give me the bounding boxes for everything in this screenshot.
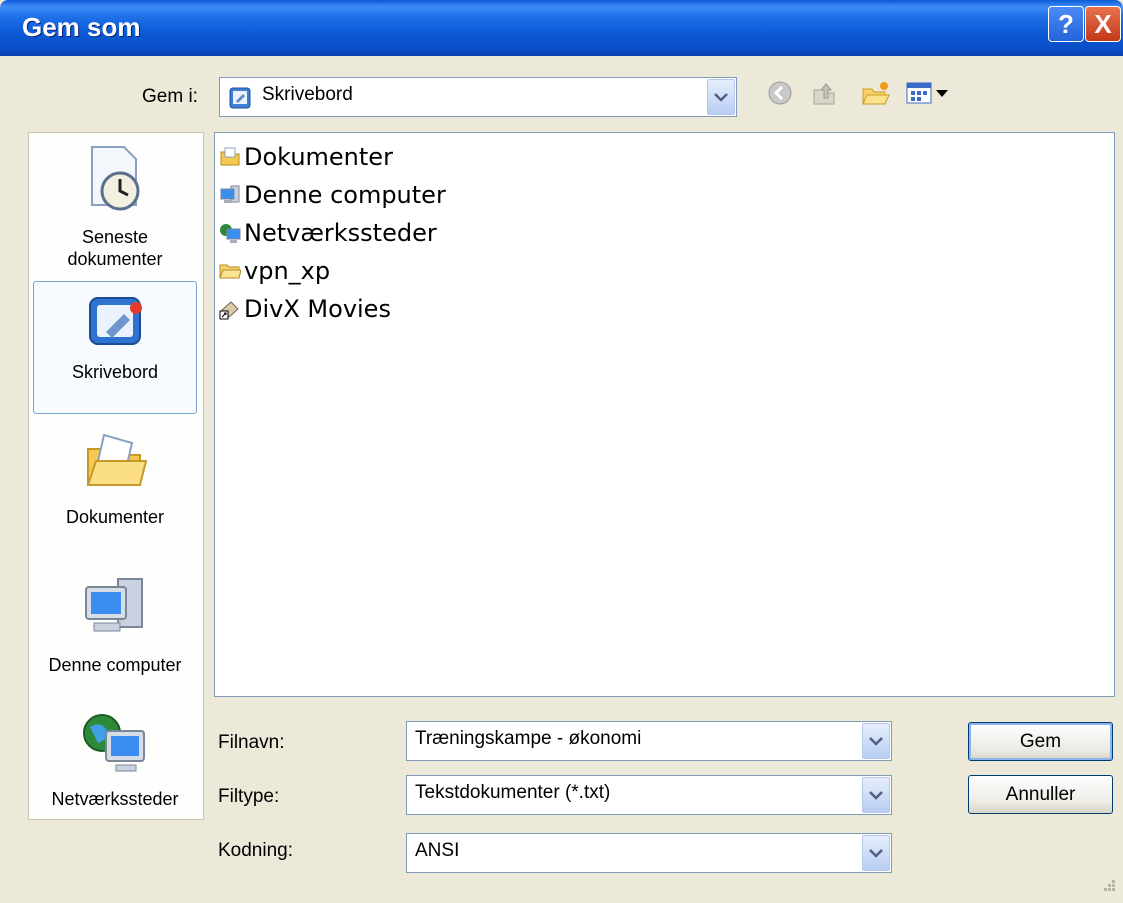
place-label: Seneste dokumenter [67,227,163,269]
place-desktop[interactable]: Skrivebord [33,281,197,414]
place-label: Skrivebord [71,362,159,382]
close-icon: X [1094,8,1112,39]
filename-input[interactable]: Træningskampe - økonomi [415,728,641,750]
list-item[interactable]: Netværkssteder [219,216,437,250]
list-item[interactable]: Denne computer [219,178,446,212]
filetype-value: Tekstdokumenter (*.txt) [415,782,611,803]
save-in-dropdown-button[interactable] [707,79,735,115]
resize-grip-icon[interactable] [1098,878,1118,903]
network-places-icon [220,224,241,243]
window-title: Gem som [22,12,141,42]
place-label: Dokumenter [65,507,165,527]
filename-dropdown-button[interactable] [862,723,890,759]
place-my-computer[interactable]: Denne computer [33,573,197,699]
filetype-combobox[interactable]: Tekstdokumenter (*.txt) [406,775,892,815]
my-documents-icon [220,147,240,166]
encoding-combobox[interactable]: ANSI [406,833,892,873]
places-bar: Seneste dokumenter Skrivebord Dokumenter… [28,132,204,820]
file-list[interactable]: Dokumenter Denne computer Netværkssteder… [214,132,1115,697]
save-button-label: Gem [1019,730,1062,752]
desktop-icon [34,294,196,355]
recent-documents-icon [33,143,197,220]
cancel-button-label: Annuller [1005,783,1076,805]
filename-label: Filnavn: [218,732,285,753]
file-name: Netværkssteder [244,219,437,247]
save-as-dialog: Gem som ? X Gem i: Skrivebord Seneste do… [0,0,1123,903]
help-button[interactable]: ? [1048,6,1084,42]
desktop-icon [228,86,252,115]
save-button[interactable]: Gem [968,722,1113,761]
help-icon: ? [1058,8,1074,39]
view-menu-icon[interactable] [906,80,960,111]
place-network-places[interactable]: Netværkssteder [33,711,197,811]
file-name: Dokumenter [244,143,393,171]
list-item[interactable]: Dokumenter [219,140,393,174]
list-item[interactable]: vpn_xp [219,254,330,288]
shortcut-icon [219,301,239,320]
place-label: Netværkssteder [51,789,179,809]
new-folder-icon[interactable] [860,80,890,113]
encoding-value: ANSI [415,840,460,861]
file-name: Denne computer [244,181,446,209]
chevron-down-icon [869,849,883,858]
place-recent-documents[interactable]: Seneste dokumenter [33,143,197,269]
encoding-label: Kodning: [218,840,294,861]
my-computer-icon [33,573,197,648]
filetype-dropdown-button[interactable] [862,777,890,813]
file-name: DivX Movies [244,295,391,323]
file-name: vpn_xp [244,257,331,285]
save-in-value: Skrivebord [262,84,353,105]
place-my-documents[interactable]: Dokumenter [33,429,197,555]
list-item[interactable]: DivX Movies [219,292,391,326]
back-icon[interactable] [767,80,793,111]
encoding-dropdown-button[interactable] [862,835,890,871]
close-button[interactable]: X [1085,6,1121,42]
filetype-label: Filtype: [218,786,280,807]
cancel-button[interactable]: Annuller [968,775,1113,814]
folder-icon [219,264,241,279]
chevron-down-icon [869,737,883,746]
my-documents-icon [33,429,197,500]
up-folder-icon[interactable] [810,80,838,113]
save-in-label: Gem i: [142,86,198,107]
save-in-combobox[interactable]: Skrivebord [219,77,737,117]
place-label: Denne computer [48,655,182,675]
chevron-down-icon [869,791,883,800]
title-bar: Gem som ? X [0,0,1123,56]
network-places-icon [33,711,197,782]
filename-combobox[interactable]: Træningskampe - økonomi [406,721,892,761]
my-computer-icon [220,185,240,203]
chevron-down-icon [714,93,728,102]
